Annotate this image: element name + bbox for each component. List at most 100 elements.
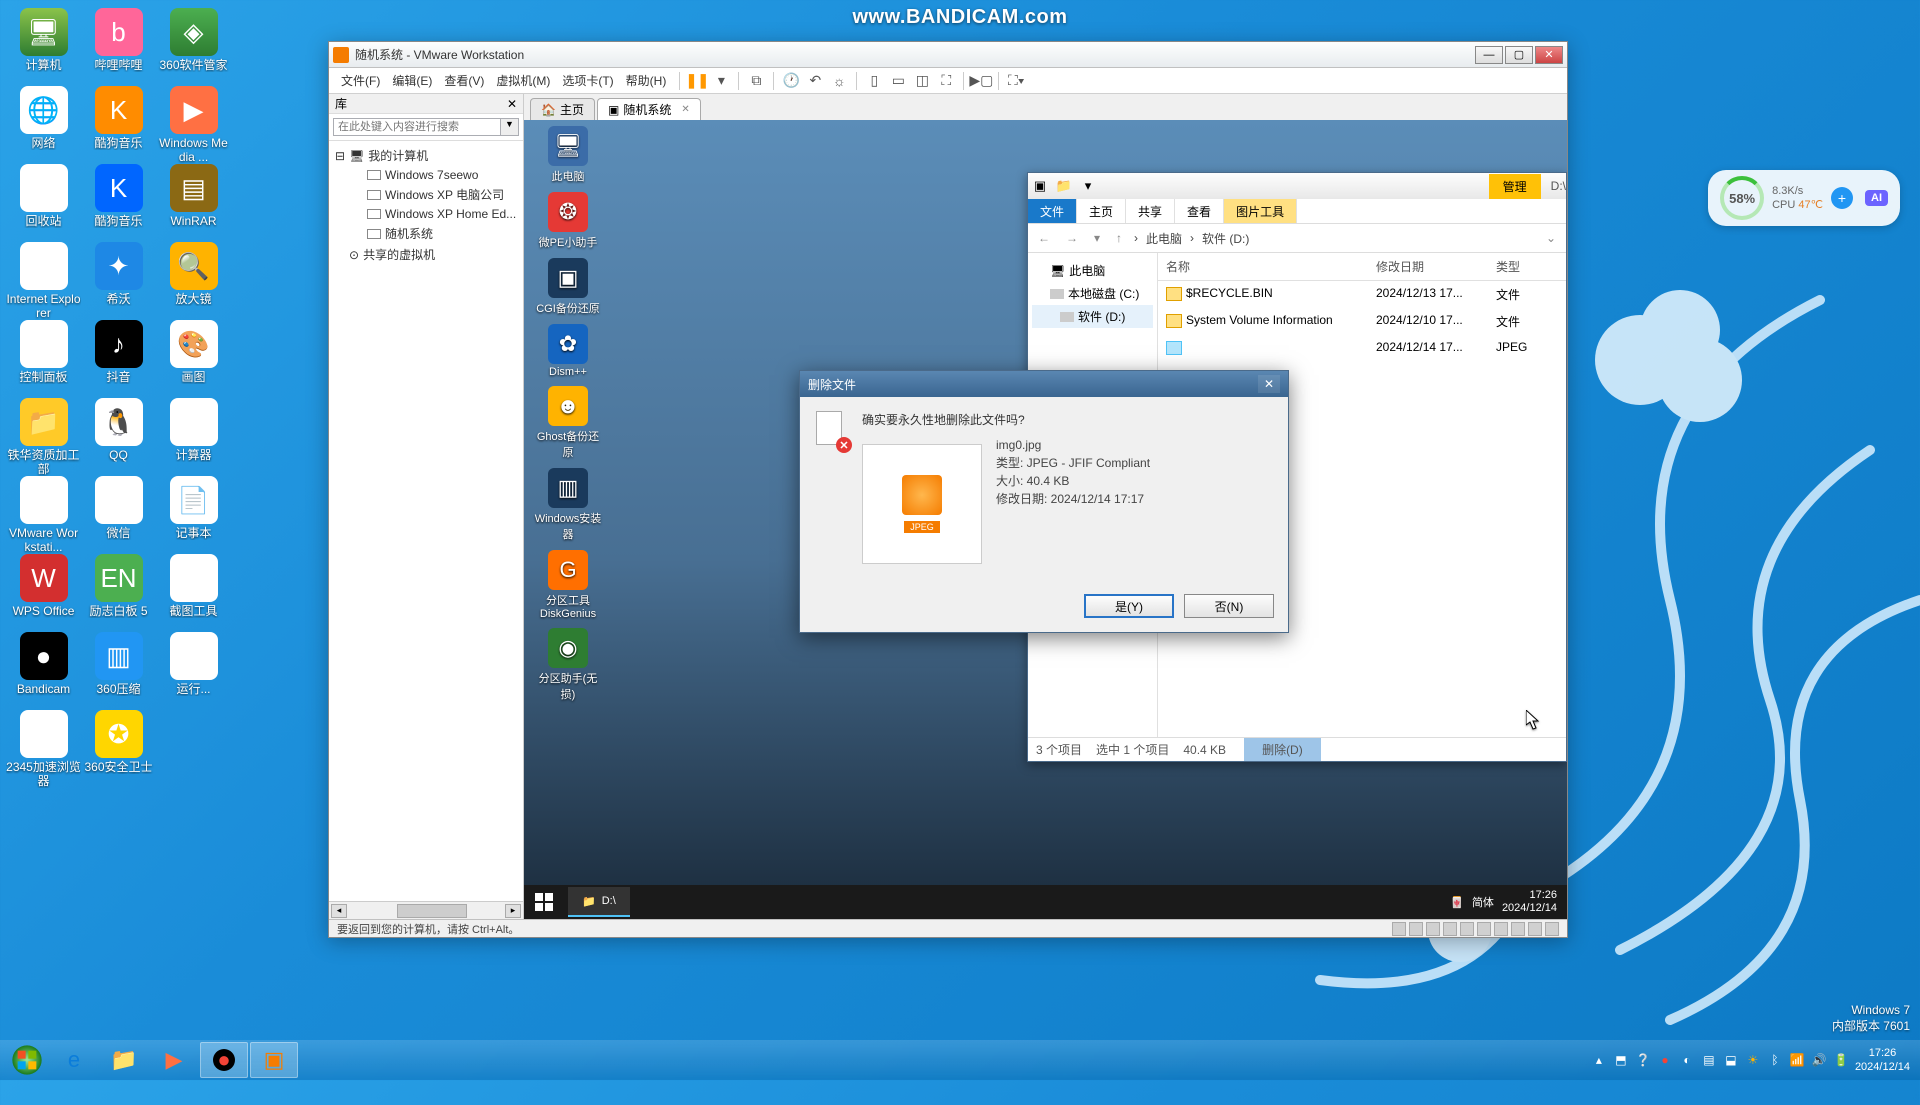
- system-monitor-widget[interactable]: 58% 8.3K/s CPU 47℃ + AI: [1708, 170, 1900, 226]
- tray-2-icon[interactable]: ❔: [1635, 1052, 1651, 1068]
- search-dropdown-icon[interactable]: ▼: [501, 118, 519, 136]
- file-row[interactable]: $RECYCLE.BIN2024/12/13 17...文件: [1158, 281, 1566, 308]
- menu-item[interactable]: 文件(F): [335, 71, 386, 91]
- dialog-yes-button[interactable]: 是(Y): [1084, 594, 1174, 618]
- desktop-icon[interactable]: 🌐网络: [6, 84, 81, 162]
- tree-node[interactable]: Windows 7seewo: [331, 166, 521, 184]
- address-dd-icon[interactable]: ⌄: [1542, 231, 1560, 245]
- ribbon-tab[interactable]: 主页: [1077, 199, 1126, 223]
- taskbar-ie[interactable]: e: [50, 1042, 98, 1078]
- sidebar-hscroll[interactable]: ◂▸: [329, 901, 523, 919]
- desktop-icon[interactable]: b哔哩哔哩: [81, 6, 156, 84]
- guest-start-button[interactable]: [524, 885, 564, 919]
- breadcrumb-drive[interactable]: 软件 (D:): [1202, 230, 1249, 247]
- tab-close-icon[interactable]: ✕: [681, 104, 689, 115]
- guest-desktop-icon[interactable]: ▥Windows安装器: [532, 468, 604, 542]
- dialog-close-icon[interactable]: ✕: [1258, 375, 1280, 393]
- menu-item[interactable]: 帮助(H): [620, 71, 673, 91]
- guest-taskbar[interactable]: 📁 D:\ 🀄 简体 17:262024/12/14: [524, 885, 1567, 919]
- tray-bat-icon[interactable]: 🔋: [1833, 1052, 1849, 1068]
- view2-icon[interactable]: ▭: [888, 71, 908, 91]
- guest-taskbar-app[interactable]: 📁 D:\: [568, 887, 630, 917]
- desktop-icon[interactable]: ▦计算器: [156, 396, 231, 474]
- desktop-icon[interactable]: ♪抖音: [81, 318, 156, 396]
- guest-desktop[interactable]: 🖥此电脑❂微PE小助手▣CGI备份还原✿Dism++☻Ghost备份还原▥Win…: [524, 120, 1567, 919]
- tray-7-icon[interactable]: ☀: [1745, 1052, 1761, 1068]
- explorer-qat-icon[interactable]: ▾: [1076, 175, 1100, 197]
- explorer-manage-tab[interactable]: 管理: [1489, 174, 1541, 199]
- desktop-icon[interactable]: 🐧QQ: [81, 396, 156, 474]
- guest-desktop-icon[interactable]: ▣CGI备份还原: [532, 258, 604, 316]
- desktop-icon[interactable]: ◈360软件管家: [156, 6, 231, 84]
- desktop-icon[interactable]: ▥360压缩: [81, 630, 156, 708]
- file-row[interactable]: System Volume Information2024/12/10 17..…: [1158, 308, 1566, 335]
- host-taskbar[interactable]: e 📁 ▶ ● ▣ ▴ ⬒ ❔ ● ◐ ▤ ⬓ ☀ ᛒ 📶 🔊 🔋 17:262…: [0, 1040, 1920, 1080]
- file-row[interactable]: 2024/12/14 17...JPEG: [1158, 335, 1566, 360]
- desktop-icon[interactable]: 📄记事本: [156, 474, 231, 552]
- snapshot-icon[interactable]: ⧉: [746, 71, 766, 91]
- desktop-icon[interactable]: ⚙控制面板: [6, 318, 81, 396]
- col-date[interactable]: 修改日期: [1368, 253, 1488, 280]
- dialog-no-button[interactable]: 否(N): [1184, 594, 1274, 618]
- desktop-icon[interactable]: K酷狗音乐: [81, 84, 156, 162]
- tray-4-icon[interactable]: ◐: [1679, 1052, 1695, 1068]
- desktop-icon[interactable]: e2345加速浏览器: [6, 708, 81, 786]
- desktop-icon[interactable]: EN励志白板 5: [81, 552, 156, 630]
- tray-vol-icon[interactable]: 🔊: [1811, 1052, 1827, 1068]
- desktop-icon[interactable]: ▶运行...: [156, 630, 231, 708]
- guest-ime-label[interactable]: 简体: [1472, 894, 1494, 910]
- tray-6-icon[interactable]: ⬓: [1723, 1052, 1739, 1068]
- tray-5-icon[interactable]: ▤: [1701, 1052, 1717, 1068]
- col-name[interactable]: 名称: [1158, 253, 1368, 280]
- unity-icon[interactable]: ◫: [912, 71, 932, 91]
- tray-1-icon[interactable]: ⬒: [1613, 1052, 1629, 1068]
- desktop-icon[interactable]: ✪360安全卫士: [81, 708, 156, 786]
- tree-node[interactable]: Windows XP Home Ed...: [331, 205, 521, 223]
- manage-icon[interactable]: ☼: [829, 71, 849, 91]
- col-type[interactable]: 类型: [1488, 253, 1538, 280]
- host-clock[interactable]: 17:262024/12/14: [1855, 1046, 1910, 1074]
- stretch-icon[interactable]: ⛶▾: [1006, 71, 1026, 91]
- fullscreen-icon[interactable]: ⛶: [936, 71, 956, 91]
- desktop-icon[interactable]: ▶Windows Media ...: [156, 84, 231, 162]
- taskbar-bandicam[interactable]: ●: [200, 1042, 248, 1078]
- tray-bt-icon[interactable]: ᛒ: [1767, 1052, 1783, 1068]
- guest-desktop-icon[interactable]: ◉分区助手(无损): [532, 628, 604, 702]
- guest-desktop-icon[interactable]: ✿Dism++: [532, 324, 604, 378]
- desktop-icon[interactable]: 🔍放大镜: [156, 240, 231, 318]
- desktop-icon[interactable]: eInternet Explorer: [6, 240, 81, 318]
- delete-button[interactable]: 删除(D): [1244, 738, 1321, 761]
- guest-desktop-icon[interactable]: ❂微PE小助手: [532, 192, 604, 250]
- taskbar-media[interactable]: ▶: [150, 1042, 198, 1078]
- minimize-button[interactable]: —: [1475, 46, 1503, 64]
- ai-badge[interactable]: AI: [1865, 190, 1888, 206]
- guest-clock[interactable]: 17:262024/12/14: [1502, 889, 1557, 915]
- desktop-icon[interactable]: 🖥计算机: [6, 6, 81, 84]
- desktop-icon[interactable]: ✆微信: [81, 474, 156, 552]
- system-tray[interactable]: ▴ ⬒ ❔ ● ◐ ▤ ⬓ ☀ ᛒ 📶 🔊 🔋 17:262024/12/14: [1591, 1046, 1916, 1074]
- menu-item[interactable]: 编辑(E): [386, 71, 438, 91]
- vm-tree[interactable]: ⊟ 🖥 我的计算机 Windows 7seewo Windows XP 电脑公司…: [329, 141, 523, 901]
- clock-icon[interactable]: 🕐: [781, 71, 801, 91]
- view-icon[interactable]: ▯: [864, 71, 884, 91]
- ribbon-tab[interactable]: 文件: [1028, 199, 1077, 223]
- widget-expand[interactable]: +: [1831, 187, 1853, 209]
- nav-up-icon[interactable]: ↑: [1112, 231, 1126, 245]
- desktop-icon[interactable]: K酷狗音乐: [81, 162, 156, 240]
- tree-node[interactable]: Windows XP 电脑公司: [331, 184, 521, 205]
- revert-icon[interactable]: ↶: [805, 71, 825, 91]
- desktop-icon[interactable]: 🎨画图: [156, 318, 231, 396]
- menu-item[interactable]: 查看(V): [438, 71, 490, 91]
- tab-vm[interactable]: ▣ 随机系统 ✕: [597, 98, 701, 120]
- vmware-status-icons[interactable]: [1392, 922, 1559, 936]
- desktop-icon[interactable]: ✦希沃: [81, 240, 156, 318]
- desktop-icon[interactable]: ▣VMware Workstati...: [6, 474, 81, 552]
- library-search-input[interactable]: [333, 118, 501, 136]
- desktop-icon[interactable]: ▤WinRAR: [156, 162, 231, 240]
- desktop-icon[interactable]: ✂截图工具: [156, 552, 231, 630]
- tree-node[interactable]: 随机系统: [331, 223, 521, 244]
- guest-desktop-icon[interactable]: ☻Ghost备份还原: [532, 386, 604, 460]
- tray-3-icon[interactable]: ●: [1657, 1052, 1673, 1068]
- tray-net-icon[interactable]: 📶: [1789, 1052, 1805, 1068]
- nav-dd-icon[interactable]: ▾: [1090, 231, 1104, 245]
